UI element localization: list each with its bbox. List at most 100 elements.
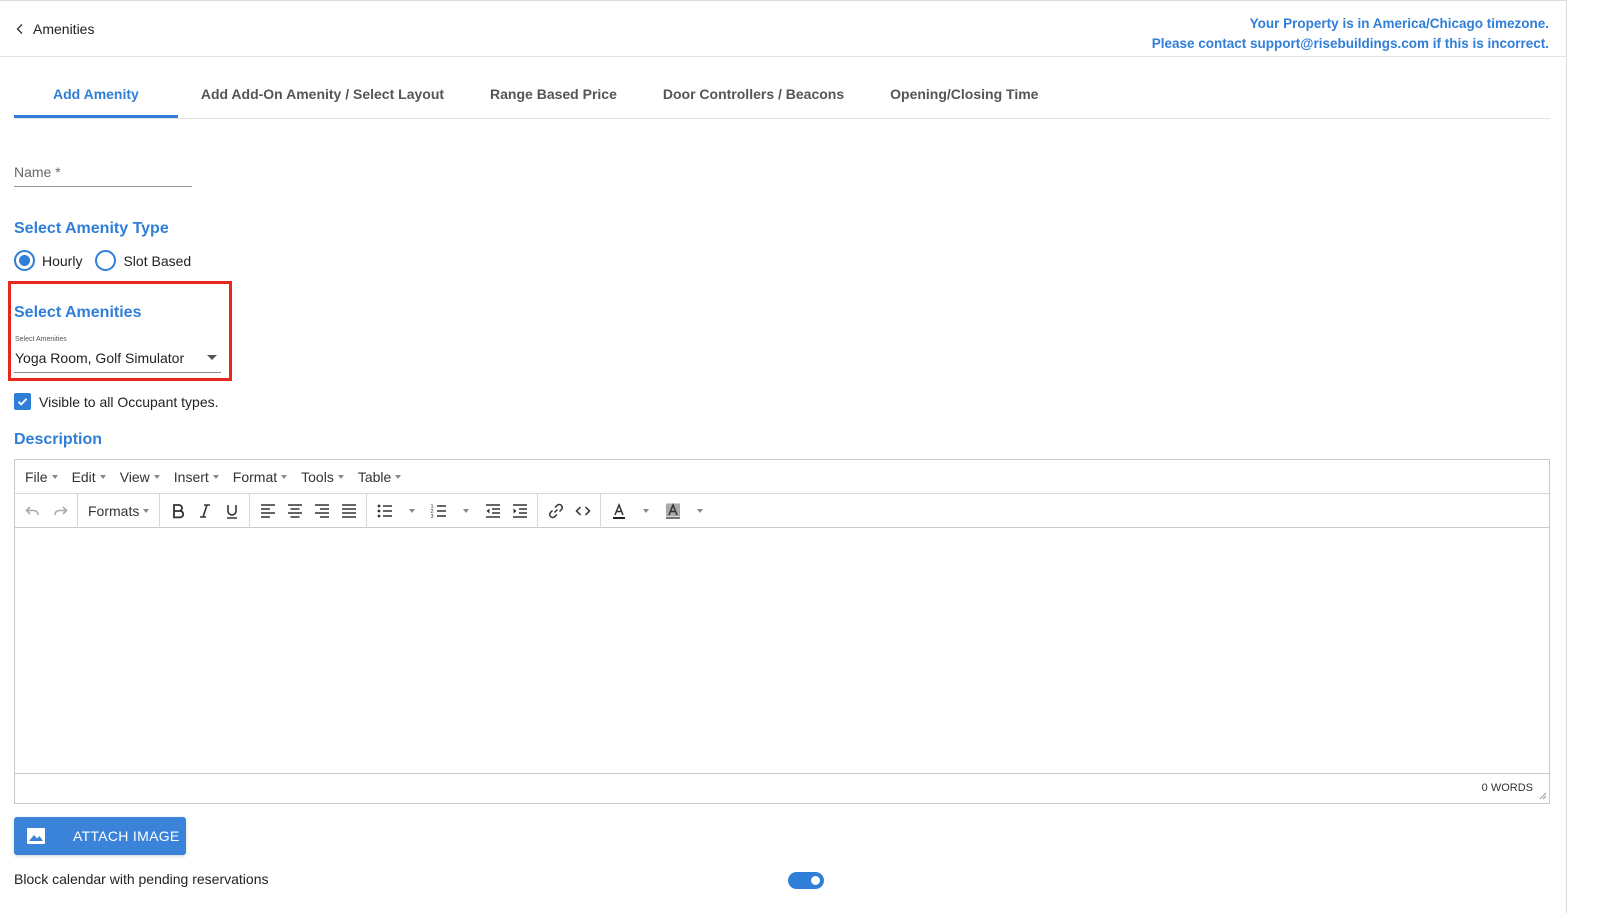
menu-view[interactable]: View bbox=[113, 469, 167, 485]
menu-table[interactable]: Table bbox=[351, 469, 408, 485]
radio-checked-icon bbox=[14, 250, 35, 271]
tab-range-based-price[interactable]: Range Based Price bbox=[467, 72, 640, 118]
dropdown-arrow-icon bbox=[99, 474, 106, 479]
menu-format[interactable]: Format bbox=[226, 469, 294, 485]
back-link-label: Amenities bbox=[33, 21, 95, 37]
formats-dropdown[interactable]: Formats bbox=[82, 497, 155, 525]
visible-checkbox[interactable]: Visible to all Occupant types. bbox=[14, 393, 219, 410]
align-right-button[interactable] bbox=[308, 497, 335, 525]
tab-add-amenity[interactable]: Add Amenity bbox=[14, 72, 178, 118]
editor-toolbar: Formats 1 2 3 bbox=[15, 493, 1549, 528]
radio-slot-based[interactable]: Slot Based bbox=[95, 250, 191, 271]
numbered-list-icon: 123 bbox=[430, 504, 446, 520]
dropdown-arrow-icon bbox=[153, 474, 160, 479]
underline-button[interactable] bbox=[218, 497, 245, 525]
align-justify-icon bbox=[341, 503, 356, 518]
align-center-icon bbox=[287, 503, 302, 518]
visible-checkbox-label: Visible to all Occupant types. bbox=[39, 393, 219, 410]
tab-door-controllers[interactable]: Door Controllers / Beacons bbox=[640, 72, 867, 118]
undo-icon bbox=[24, 505, 39, 515]
radio-hourly[interactable]: Hourly bbox=[14, 250, 82, 271]
menu-insert-label: Insert bbox=[173, 468, 209, 485]
bold-icon bbox=[172, 503, 184, 518]
svg-text:3: 3 bbox=[430, 514, 433, 520]
menu-view-label: View bbox=[119, 468, 150, 485]
background-color-icon bbox=[665, 502, 680, 519]
dropdown-arrow-icon bbox=[51, 474, 58, 479]
link-icon bbox=[548, 503, 563, 518]
radio-unchecked-icon bbox=[95, 250, 117, 271]
numbered-list-button[interactable]: 123 bbox=[425, 497, 452, 525]
toolbar-group-lists: 123 bbox=[367, 493, 539, 528]
attach-image-label: ATTACH IMAGE bbox=[73, 828, 180, 844]
bold-button[interactable] bbox=[164, 497, 191, 525]
header-bar: Amenities Your Property is in America/Ch… bbox=[0, 0, 1567, 57]
italic-icon bbox=[199, 503, 210, 518]
menu-file[interactable]: File bbox=[18, 469, 65, 485]
align-center-button[interactable] bbox=[281, 497, 308, 525]
bullet-list-button[interactable] bbox=[371, 497, 398, 525]
timezone-line-1: Your Property is in America/Chicago time… bbox=[1249, 16, 1549, 31]
select-amenities-dropdown[interactable]: Select Amenities Yoga Room, Golf Simulat… bbox=[14, 335, 221, 373]
timezone-line-2: Please contact support@risebuildings.com… bbox=[1151, 36, 1549, 51]
bullet-list-options[interactable] bbox=[398, 497, 425, 525]
caret-down-icon bbox=[207, 355, 217, 360]
menu-edit-label: Edit bbox=[71, 468, 96, 485]
resize-grip-icon[interactable] bbox=[1537, 790, 1547, 800]
tab-bar: Add Amenity Add Add-On Amenity / Select … bbox=[14, 72, 1550, 119]
toggle-knob bbox=[811, 876, 820, 885]
align-left-button[interactable] bbox=[254, 497, 281, 525]
checkbox-checked-icon bbox=[14, 393, 31, 410]
link-button[interactable] bbox=[542, 497, 569, 525]
scrollbar-track[interactable] bbox=[1567, 0, 1598, 913]
undo-button[interactable] bbox=[19, 497, 46, 525]
select-amenities-value: Yoga Room, Golf Simulator bbox=[15, 350, 185, 366]
background-color-options[interactable] bbox=[686, 497, 713, 525]
amenity-type-radio-group: Hourly Slot Based bbox=[14, 250, 204, 271]
description-title: Description bbox=[14, 431, 103, 448]
align-left-icon bbox=[260, 503, 275, 518]
text-color-icon bbox=[612, 502, 625, 519]
name-field[interactable]: Name * bbox=[14, 158, 192, 187]
menu-tools-label: Tools bbox=[301, 468, 334, 485]
toolbar-group-colors bbox=[601, 494, 717, 528]
align-justify-button[interactable] bbox=[335, 497, 362, 525]
back-link[interactable]: Amenities bbox=[14, 21, 94, 37]
dropdown-arrow-icon bbox=[337, 474, 344, 479]
dropdown-arrow-icon bbox=[408, 508, 415, 513]
menu-file-label: File bbox=[25, 468, 48, 485]
background-color-button[interactable] bbox=[659, 497, 686, 525]
editor-statusbar: 0 WORDS bbox=[15, 774, 1549, 802]
menu-table-label: Table bbox=[357, 468, 392, 485]
attach-image-button[interactable]: ATTACH IMAGE bbox=[14, 817, 186, 855]
indent-button[interactable] bbox=[506, 497, 533, 525]
block-calendar-toggle[interactable] bbox=[788, 872, 824, 889]
indent-icon bbox=[512, 503, 527, 518]
redo-icon bbox=[53, 505, 68, 515]
word-count: 0 WORDS bbox=[1481, 782, 1533, 794]
source-code-button[interactable] bbox=[569, 497, 596, 525]
numbered-list-options[interactable] bbox=[452, 497, 479, 525]
outdent-button[interactable] bbox=[479, 497, 506, 525]
italic-button[interactable] bbox=[191, 497, 218, 525]
select-amenities-title: Select Amenities bbox=[14, 304, 142, 321]
formats-label: Formats bbox=[88, 502, 140, 519]
dropdown-arrow-icon bbox=[696, 508, 703, 513]
text-color-options[interactable] bbox=[632, 497, 659, 525]
menu-edit[interactable]: Edit bbox=[65, 469, 113, 485]
menu-insert[interactable]: Insert bbox=[167, 469, 226, 485]
toolbar-group-align bbox=[250, 493, 368, 528]
tab-opening-closing-time[interactable]: Opening/Closing Time bbox=[867, 72, 1061, 118]
toolbar-group-insert bbox=[538, 493, 602, 528]
tab-add-on-amenity[interactable]: Add Add-On Amenity / Select Layout bbox=[178, 72, 467, 118]
menu-tools[interactable]: Tools bbox=[294, 469, 351, 485]
dropdown-arrow-icon bbox=[395, 474, 402, 479]
dropdown-arrow-icon bbox=[642, 508, 649, 513]
editor-content-area[interactable] bbox=[15, 528, 1549, 774]
dropdown-arrow-icon bbox=[143, 508, 150, 513]
radio-hourly-label: Hourly bbox=[42, 252, 83, 269]
text-color-button[interactable] bbox=[605, 497, 632, 525]
redo-button[interactable] bbox=[46, 497, 73, 525]
chevron-left-icon bbox=[16, 24, 23, 34]
dropdown-arrow-icon bbox=[462, 508, 469, 513]
